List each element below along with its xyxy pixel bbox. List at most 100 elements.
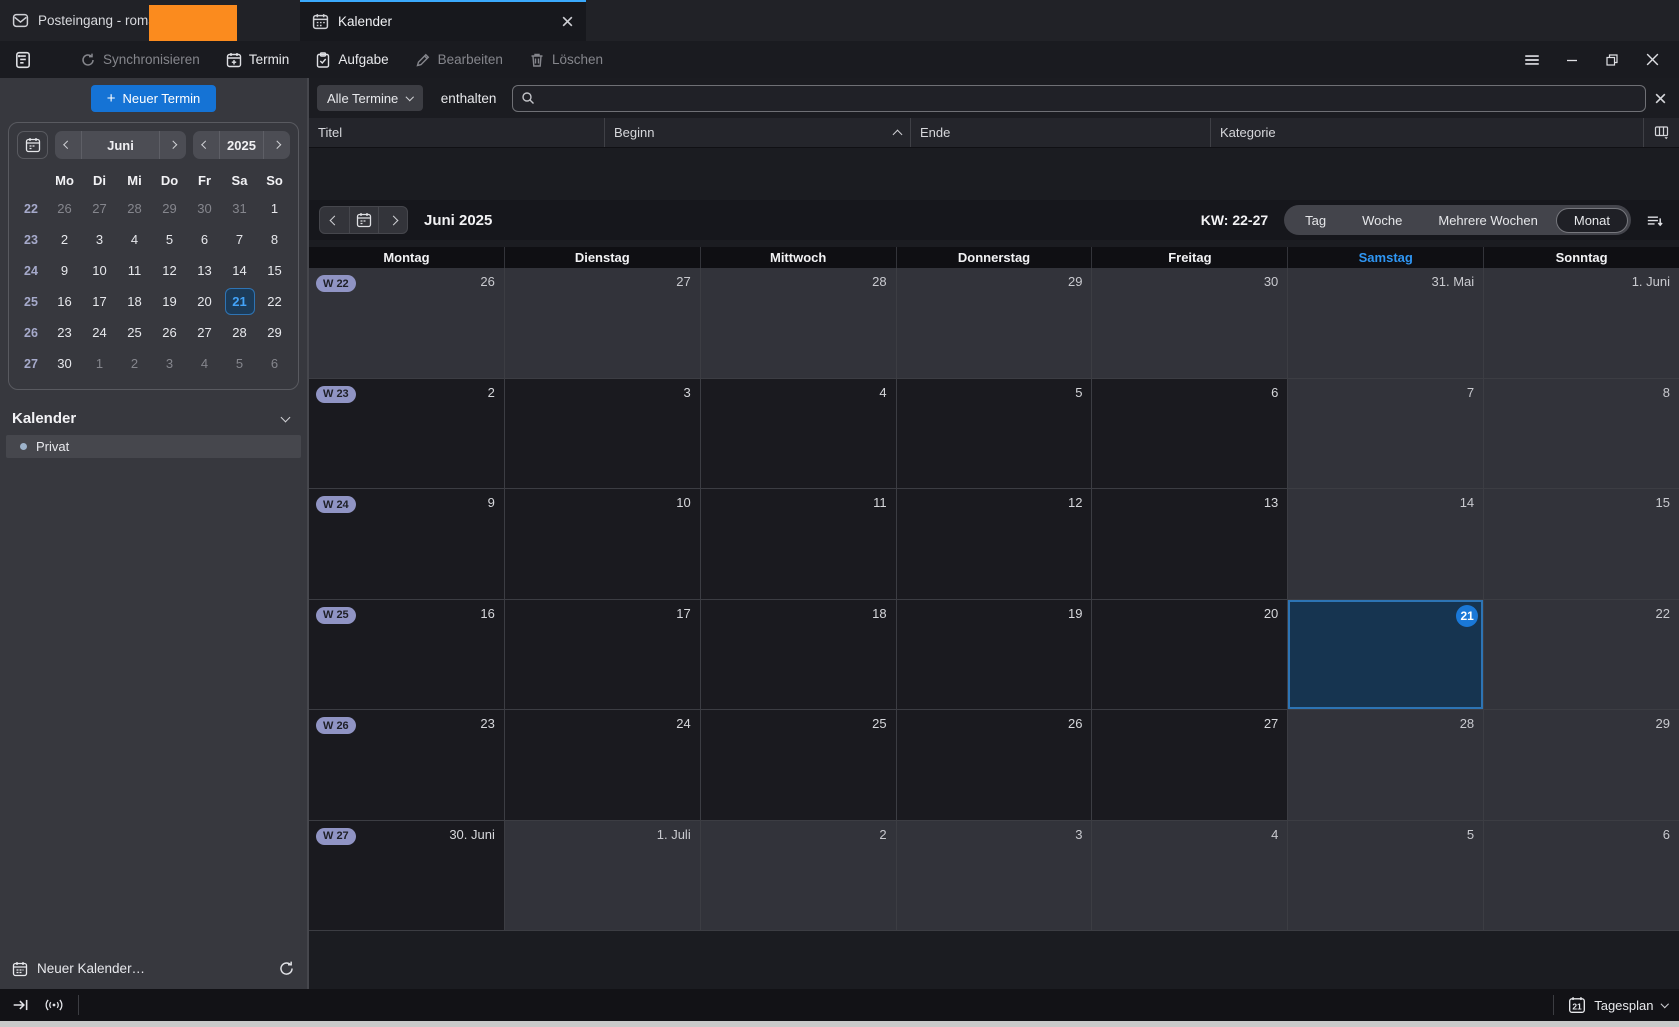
minical-day[interactable]: 3 (82, 226, 117, 253)
column-beginn[interactable]: Beginn (605, 118, 911, 147)
minical-today-icon[interactable] (17, 131, 48, 159)
event-search-field[interactable] (512, 85, 1646, 112)
minical-day[interactable]: 27 (187, 319, 222, 346)
close-window-icon[interactable] (1635, 45, 1669, 75)
minical-next-month-button[interactable] (159, 131, 186, 159)
week-number-badge[interactable]: W 26 (316, 717, 356, 734)
minical-day[interactable]: 10 (82, 257, 117, 284)
previous-month-button[interactable] (320, 207, 349, 233)
minical-day[interactable]: 29 (152, 195, 187, 222)
calendar-list-heading[interactable]: Kalender (12, 410, 295, 427)
goto-pane-icon[interactable] (12, 996, 30, 1014)
day-cell[interactable]: W 2226 (309, 268, 505, 379)
day-cell[interactable]: 31. Mai (1288, 268, 1484, 379)
restore-icon[interactable] (1595, 45, 1629, 75)
minical-next-year-button[interactable] (263, 131, 290, 159)
day-cell[interactable]: 1. Juni (1484, 268, 1679, 379)
rotate-view-icon[interactable] (1645, 211, 1663, 229)
minimize-icon[interactable] (1555, 45, 1589, 75)
minical-day[interactable]: 16 (47, 288, 82, 315)
minical-day[interactable]: 27 (82, 195, 117, 222)
event-search-input[interactable] (541, 90, 1637, 107)
minical-day[interactable]: 6 (257, 350, 292, 377)
app-menu-icon[interactable] (1515, 45, 1549, 75)
minical-day[interactable]: 7 (222, 226, 257, 253)
edit-button[interactable]: Bearbeiten (405, 47, 513, 73)
minical-day[interactable]: 13 (187, 257, 222, 284)
minical-day[interactable]: 3 (152, 350, 187, 377)
new-task-button[interactable]: Aufgabe (305, 47, 398, 73)
day-cell[interactable]: 8 (1484, 379, 1679, 490)
day-cell[interactable]: 25 (701, 710, 897, 821)
minical-day[interactable]: 18 (117, 288, 152, 315)
clear-search-icon[interactable] (1654, 92, 1667, 105)
day-cell[interactable]: W 232 (309, 379, 505, 490)
day-cell[interactable]: 14 (1288, 489, 1484, 600)
minical-day[interactable]: 2 (117, 350, 152, 377)
week-number-badge[interactable]: W 25 (316, 607, 356, 624)
day-cell[interactable]: 20 (1092, 600, 1288, 711)
day-cell[interactable]: 1. Juli (505, 821, 701, 932)
minical-day[interactable]: 19 (152, 288, 187, 315)
minical-day[interactable]: 22 (257, 288, 292, 315)
view-mehrere-wochen-button[interactable]: Mehrere Wochen (1420, 208, 1555, 233)
view-woche-button[interactable]: Woche (1344, 208, 1420, 233)
minical-prev-year-button[interactable] (193, 131, 220, 159)
minical-day[interactable]: 31 (222, 195, 257, 222)
folder-pane-toggle-icon[interactable] (10, 47, 36, 73)
minical-day[interactable]: 15 (257, 257, 292, 284)
new-event-primary-button[interactable]: + Neuer Termin (91, 85, 217, 112)
day-cell[interactable]: 30 (1092, 268, 1288, 379)
calendar-list-item-privat[interactable]: Privat (6, 435, 301, 458)
minical-day[interactable]: 14 (222, 257, 257, 284)
day-cell[interactable]: 28 (1288, 710, 1484, 821)
day-cell[interactable]: 3 (897, 821, 1093, 932)
close-icon[interactable] (561, 15, 574, 28)
minical-prev-month-button[interactable] (55, 131, 82, 159)
day-cell[interactable]: W 249 (309, 489, 505, 600)
minical-day[interactable]: 30 (187, 195, 222, 222)
day-cell[interactable]: 22 (1484, 600, 1679, 711)
minical-day[interactable]: 4 (187, 350, 222, 377)
day-cell[interactable]: 2 (701, 821, 897, 932)
next-month-button[interactable] (378, 207, 407, 233)
minical-day[interactable]: 21 (222, 288, 257, 315)
day-cell[interactable]: 19 (897, 600, 1093, 711)
minical-day[interactable]: 20 (187, 288, 222, 315)
minical-day[interactable]: 5 (152, 226, 187, 253)
day-cell[interactable]: 13 (1092, 489, 1288, 600)
day-cell[interactable]: 27 (1092, 710, 1288, 821)
day-cell[interactable]: 4 (701, 379, 897, 490)
day-cell[interactable]: 21 (1288, 600, 1484, 711)
minical-day[interactable]: 2 (47, 226, 82, 253)
day-cell[interactable]: 29 (897, 268, 1093, 379)
event-filter-dropdown[interactable]: Alle Termine (317, 85, 423, 111)
day-cell[interactable]: 6 (1484, 821, 1679, 932)
day-cell[interactable]: 27 (505, 268, 701, 379)
minical-day[interactable]: 28 (222, 319, 257, 346)
column-ende[interactable]: Ende (911, 118, 1211, 147)
day-cell[interactable]: 26 (897, 710, 1093, 821)
week-number-badge[interactable]: W 24 (316, 496, 356, 513)
go-to-today-button[interactable] (349, 207, 378, 233)
view-monat-button[interactable]: Monat (1556, 208, 1628, 233)
day-cell[interactable]: 7 (1288, 379, 1484, 490)
day-cell[interactable]: 12 (897, 489, 1093, 600)
minical-day[interactable]: 4 (117, 226, 152, 253)
minical-day[interactable]: 28 (117, 195, 152, 222)
minical-day[interactable]: 25 (117, 319, 152, 346)
minical-day[interactable]: 30 (47, 350, 82, 377)
day-cell[interactable]: W 2623 (309, 710, 505, 821)
minical-day[interactable]: 5 (222, 350, 257, 377)
column-kategorie[interactable]: Kategorie (1211, 118, 1679, 147)
dayplan-selector[interactable]: 21 Tagesplan (1568, 996, 1667, 1014)
minical-day[interactable]: 29 (257, 319, 292, 346)
network-status-icon[interactable] (44, 996, 64, 1014)
minical-day[interactable]: 1 (82, 350, 117, 377)
minical-day[interactable]: 8 (257, 226, 292, 253)
column-picker-icon[interactable] (1643, 118, 1670, 147)
view-tag-button[interactable]: Tag (1287, 208, 1344, 233)
minical-day[interactable]: 24 (82, 319, 117, 346)
minical-day[interactable]: 1 (257, 195, 292, 222)
week-number-badge[interactable]: W 22 (316, 275, 356, 292)
